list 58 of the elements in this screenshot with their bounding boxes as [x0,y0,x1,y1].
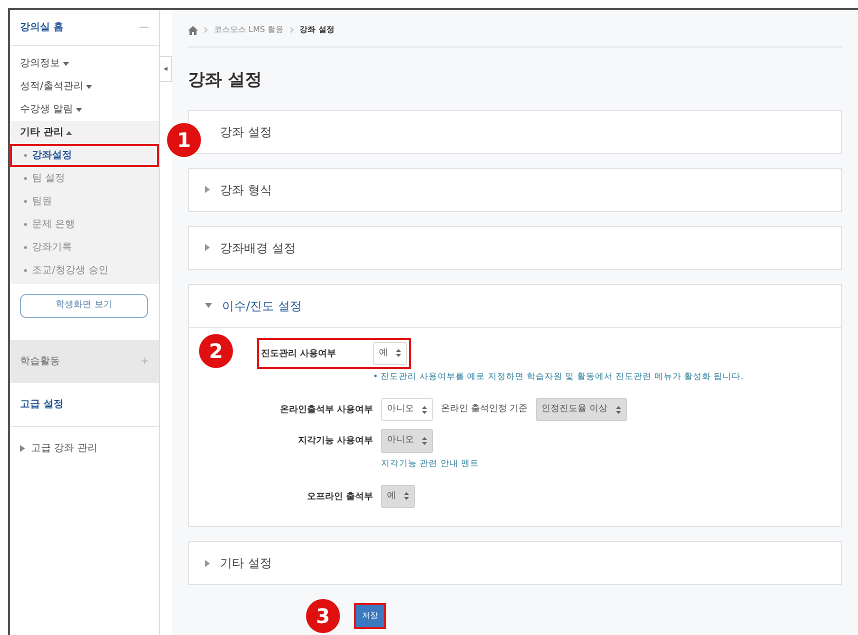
section-title[interactable]: 강좌 형식 [220,180,272,198]
section-title[interactable]: 이수/진도 설정 [222,296,302,314]
collapse-toggle[interactable]: ◂ [160,56,172,82]
triangle-right-icon [205,244,210,251]
section-title[interactable]: 강좌 설정 [220,122,272,140]
updown-arrow-icon [616,406,621,414]
bullet-icon [24,223,27,226]
step-number-badge: 2 [199,334,233,368]
updown-arrow-icon [404,492,409,500]
chevron-right-icon [204,27,208,33]
section-title[interactable]: 강좌배경 설정 [220,238,296,256]
submenu-item[interactable]: 팀원 [10,190,159,213]
caret-down-icon [63,62,69,66]
triangle-down-icon [205,303,212,308]
field-label: 진도관리 사용여부 [261,348,338,360]
chevron-right-icon [290,27,294,33]
caret-down-icon [76,108,82,112]
step-number-badge: 1 [167,122,201,156]
submenu-item[interactable]: 팀 설정 [10,167,159,190]
bullet-icon [24,269,27,272]
step-number-badge: 3 [306,599,340,633]
menu-item[interactable]: 성적/출석관리 [10,75,159,98]
submenu-item[interactable]: 강좌기록 [10,236,159,259]
field-label: 오프라인 출석부 [306,490,373,504]
field-label: 온라인출석부 사용여부 [278,404,373,417]
triangle-right-icon [205,560,210,566]
page-title: 강좌 설정 [188,69,263,92]
section-title[interactable]: 기타 설정 [220,554,272,572]
menu-item[interactable]: 고급 강좌 관리 [31,440,98,456]
bullet-icon [24,154,27,157]
bullet-icon [24,177,27,180]
field-label: 온라인 출석인정 기준 [441,402,528,416]
save-button[interactable]: 저장 [356,605,384,627]
updown-arrow-icon [396,349,401,358]
field-label: 지각기능 사용여부 [296,435,373,448]
submenu-item[interactable]: 문제 은행 [10,213,159,236]
home-link[interactable]: 강의실 홈 [20,20,64,35]
select-field[interactable]: 아니오 [381,398,433,422]
home-icon [188,26,198,34]
bullet-icon [24,246,27,249]
breadcrumb-link[interactable]: 코스모스 LMS 활용 [214,24,284,36]
updown-arrow-icon [422,437,427,445]
bullet-icon [24,200,27,203]
breadcrumb-current: 강좌 설정 [300,24,334,36]
caret-down-icon [86,84,92,88]
help-text: • 진도관리 사용여부를 예로 지정하면 학습자원 및 활동에서 진도관련 메뉴가 활성화 됩니다. [373,371,744,384]
submenu-item[interactable]: 조교/청강생 승인 [10,259,159,282]
menu-item[interactable]: 강의정보 [10,52,159,75]
menu-item[interactable]: 기타 관리 [10,121,159,144]
menu-item[interactable]: 수강생 알림 [10,98,159,121]
student-view-button[interactable]: 학생화면 보기 [20,294,148,318]
caret-up-icon [66,130,72,134]
sidebar-section-title[interactable]: 고급 설정 [10,382,159,426]
updown-arrow-icon [422,406,427,414]
submenu-item[interactable]: 강좌설정 [10,144,159,167]
triangle-right-icon [205,186,210,193]
sidebar-section-title[interactable]: 학습활동 [20,354,60,368]
select-field[interactable]: 예 [373,342,407,365]
